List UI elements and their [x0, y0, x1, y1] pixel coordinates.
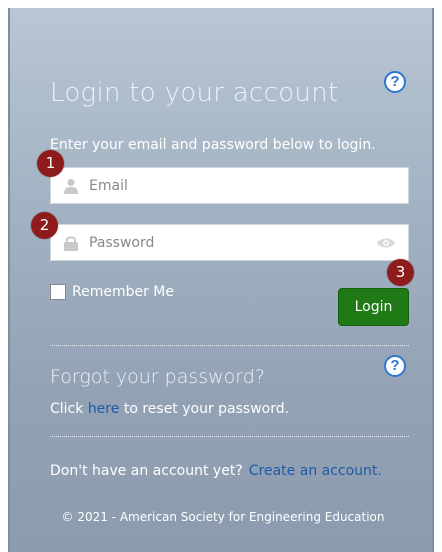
remember-me[interactable]: Remember Me: [50, 284, 174, 300]
login-instructions: Enter your email and password below to l…: [50, 137, 376, 153]
reset-suffix: to reset your password.: [123, 401, 290, 417]
divider: [50, 436, 409, 437]
signup-text: Don't have an account yet? Create an acco…: [50, 463, 382, 479]
divider: [50, 345, 409, 346]
email-input[interactable]: [89, 177, 408, 194]
login-title: Login to your account: [50, 78, 339, 108]
lock-icon: [64, 235, 78, 251]
footer-copyright: © 2021 - American Society for Engineerin…: [61, 510, 385, 524]
remember-me-label: Remember Me: [72, 284, 174, 300]
password-field[interactable]: [50, 224, 409, 261]
step-badge-2: 2: [31, 212, 58, 239]
create-account-link[interactable]: Create an account.: [249, 463, 382, 479]
login-button[interactable]: Login: [338, 288, 409, 326]
reset-password-link[interactable]: here: [88, 401, 120, 417]
step-badge-3: 3: [387, 259, 414, 286]
user-icon: [64, 178, 78, 194]
signup-prompt: Don't have an account yet?: [50, 463, 243, 479]
reset-prefix: Click: [50, 401, 84, 417]
password-input[interactable]: [89, 234, 376, 251]
reset-password-text: Click here to reset your password.: [50, 401, 289, 417]
login-panel: Login to your account ? Enter your email…: [8, 8, 434, 552]
step-badge-1: 1: [37, 150, 64, 177]
email-field[interactable]: [50, 167, 409, 204]
forgot-password-title: Forgot your password?: [50, 366, 265, 388]
eye-icon[interactable]: [376, 237, 396, 249]
help-icon[interactable]: ?: [384, 355, 406, 377]
remember-me-checkbox[interactable]: [50, 284, 66, 300]
help-icon[interactable]: ?: [384, 71, 406, 93]
